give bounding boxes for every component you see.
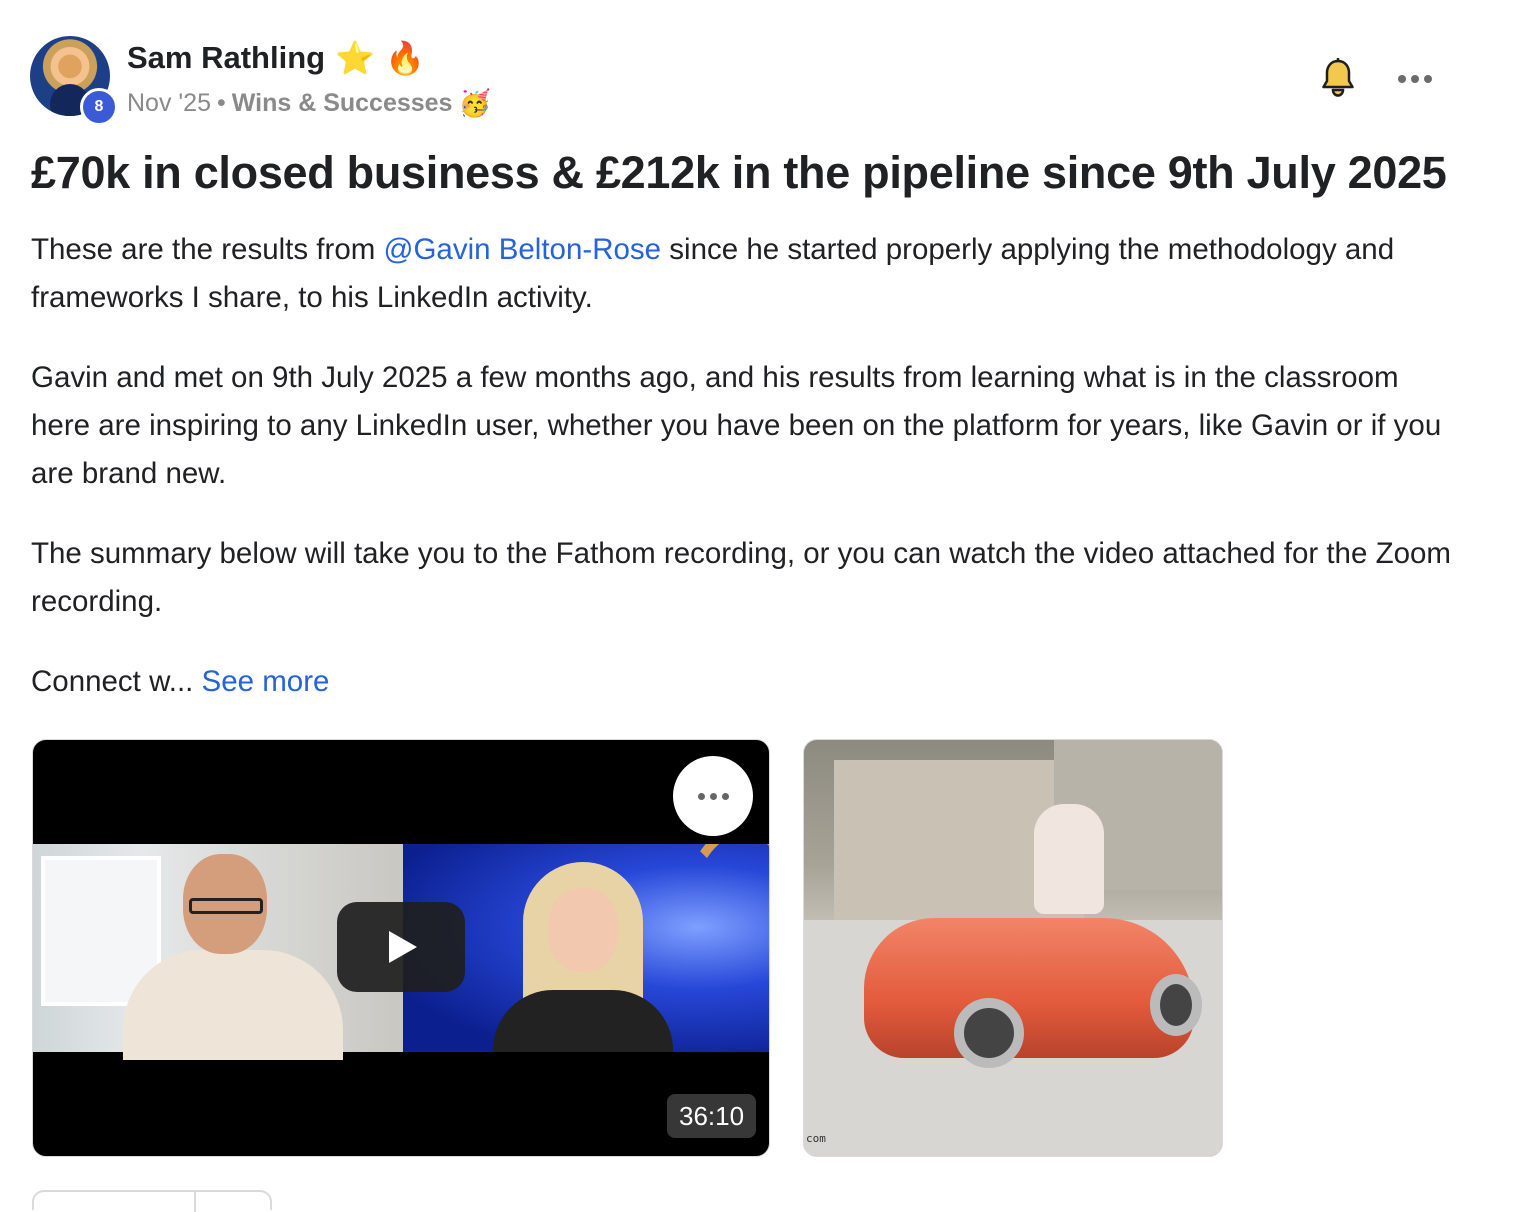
body-paragraph: These are the results from @Gavin Belton… [31, 233, 1395, 314]
post-title: £70k in closed business & £212k in the p… [31, 147, 1447, 198]
star-badge-icon: ⭐ [335, 40, 375, 76]
post-meta: Nov '25 • Wins & Successes 🥳 [127, 88, 491, 119]
body-paragraph-truncated: Connect w... See more [31, 665, 330, 698]
bell-icon[interactable] [1320, 57, 1356, 98]
party-face-icon: 🥳 [458, 88, 491, 118]
video-duration: 36:10 [667, 1094, 757, 1138]
see-more-link[interactable]: See more [202, 665, 330, 698]
video-more-options-icon[interactable] [673, 756, 753, 836]
author-line: Sam Rathling ⭐ 🔥 [127, 40, 425, 76]
more-options-icon[interactable] [1398, 72, 1434, 86]
gif-attachment[interactable]: com [803, 739, 1223, 1157]
gif-watermark: com [806, 1132, 826, 1145]
toy-car-image [864, 918, 1194, 1058]
post-body: These are the results from @Gavin Belton… [31, 226, 1451, 738]
author-avatar-wrapper[interactable]: 8 [30, 36, 118, 126]
body-paragraph: Gavin and met on 9th July 2025 a few mon… [31, 361, 1442, 490]
body-paragraph: The summary below will take you to the F… [31, 537, 1451, 618]
play-icon[interactable] [337, 902, 465, 992]
post-category[interactable]: Wins & Successes [232, 89, 453, 118]
video-attachment[interactable]: 36:10 [32, 739, 770, 1157]
fire-badge-icon: 🔥 [384, 40, 425, 76]
level-badge: 8 [80, 88, 118, 126]
meta-separator: • [216, 89, 226, 117]
post-header: 8 Sam Rathling ⭐ 🔥 Nov '25 • Wins & Succ… [30, 36, 1470, 126]
post-date[interactable]: Nov '25 [127, 89, 211, 118]
mention-link[interactable]: @Gavin Belton-Rose [384, 233, 662, 266]
reaction-bar[interactable] [32, 1190, 272, 1212]
author-name[interactable]: Sam Rathling [127, 40, 325, 76]
